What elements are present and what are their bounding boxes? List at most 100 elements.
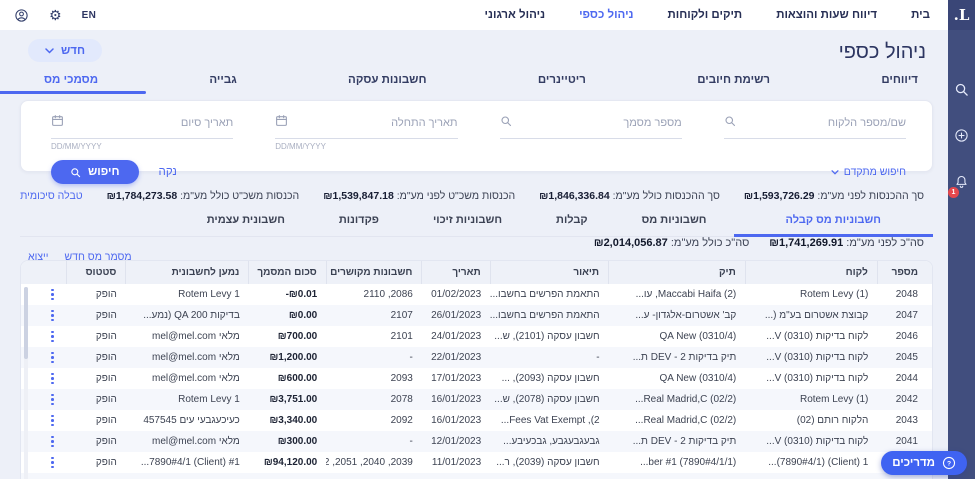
row-menu-kebab-icon[interactable] [48, 373, 58, 385]
cell-number: 2042 [877, 389, 932, 410]
cell-client: Rotem Levy (1) [745, 284, 877, 305]
row-menu-kebab-icon[interactable] [48, 457, 58, 469]
nav-item-cases-clients[interactable]: תיקים ולקוחות [668, 9, 743, 21]
tab-retainers[interactable]: ריטיינרים [538, 74, 586, 86]
cell-recipient: מלאי mel@mel.com [126, 431, 249, 452]
table-row[interactable]: 2042 Rotem Levy (1) Real Madrid,C (02/2)… [21, 389, 932, 410]
column-header-date[interactable]: תאריך [422, 261, 490, 284]
tab-reports[interactable]: דיווחים [881, 74, 918, 86]
document-number-input[interactable] [520, 117, 682, 129]
top-navigation-bar: L. בית דיווח שעות והוצאות תיקים ולקוחות … [0, 0, 975, 30]
table-row[interactable]: 2048 Rotem Levy (1) Maccabi Haifa (2), ע… [21, 284, 932, 305]
add-icon[interactable] [954, 128, 969, 148]
end-date-input[interactable] [72, 117, 233, 129]
subtab-tax-invoice-receipt[interactable]: חשבוניות מס קבלה [734, 208, 934, 237]
cell-linked: 2092 [326, 410, 422, 431]
table-row[interactable]: 2041 לקוח בדיקות (0310) V... תיק בדיקות … [21, 431, 932, 452]
start-date-input[interactable] [296, 117, 457, 129]
total-before-vat-value: ₪1,741,269.91 [769, 237, 843, 249]
nav-item-financial[interactable]: ניהול כספי [579, 9, 633, 21]
tab-collection[interactable]: גבייה [209, 74, 236, 86]
cell-linked: 2107 [326, 305, 422, 326]
search-fields: DD/MM/YYYY DD/MM/YYYY [51, 114, 906, 151]
column-header-description[interactable]: תיאור [490, 261, 608, 284]
cell-recipient: Rotem Levy 1 [126, 284, 249, 305]
row-menu-kebab-icon[interactable] [48, 352, 58, 364]
nav-item-time-expenses[interactable]: דיווח שעות והוצאות [776, 9, 877, 21]
subtab-credit-invoices[interactable]: חשבוניות זיכוי [406, 208, 529, 236]
search-icon[interactable] [954, 82, 969, 102]
settings-gear-icon[interactable]: ⚙ [49, 8, 62, 22]
summary-item: סך ההכנסות כולל מע"מ: ₪1,846,336.84 [539, 190, 720, 202]
topbar-utilities: EN ⚙ [0, 8, 96, 23]
column-header-client[interactable]: לקוח [745, 261, 877, 284]
user-profile-icon[interactable] [14, 8, 29, 23]
scrollbar-thumb[interactable] [24, 287, 28, 359]
row-menu-kebab-icon[interactable] [48, 415, 58, 427]
row-menu-kebab-icon[interactable] [48, 331, 58, 343]
tab-charges-list[interactable]: רשימת חיובים [697, 74, 770, 86]
tab-proforma-invoices[interactable]: חשבונות עסקה [348, 74, 426, 86]
row-menu-kebab-icon[interactable] [48, 310, 58, 322]
guides-button[interactable]: ? מדריכים [881, 451, 967, 475]
summary-table-link[interactable]: טבלה סיכומית [20, 190, 82, 202]
cell-description: חשבון עסקה (2093), ... [490, 368, 608, 389]
end-date-field: DD/MM/YYYY [51, 114, 233, 151]
right-icon-rail: 1 [948, 30, 975, 479]
column-header-status[interactable]: סטטוס [67, 261, 126, 284]
summary-label: הכנסות משכ"ט כולל מע"מ: [180, 190, 299, 202]
table-scrollbar[interactable] [24, 287, 28, 479]
column-header-amount[interactable]: סכום המסמך [249, 261, 326, 284]
calendar-icon[interactable] [275, 114, 288, 132]
table-row[interactable]: 2045 לקוח בדיקות (0310) V... תיק בדיקות … [21, 347, 932, 368]
search-button[interactable]: חיפוש [51, 160, 139, 184]
column-header-case[interactable]: תיק [609, 261, 746, 284]
new-button[interactable]: חדש [28, 39, 102, 62]
summary-label: סך ההכנסות לפני מע"מ: [817, 190, 924, 202]
cell-status: הופק [67, 389, 126, 410]
summary-value: ₪1,593,726.29 [744, 190, 815, 202]
search-actions-row: חיפוש מתקדם נקה חיפוש [51, 160, 906, 184]
table-row[interactable]: 1 (Client) (7890#4/1)... ber #1 (7890#4/… [21, 452, 932, 473]
table-row[interactable]: 2046 לקוח בדיקות (0310) V... QA New (031… [21, 326, 932, 347]
column-header-number[interactable]: מספר [877, 261, 932, 284]
row-menu-kebab-icon[interactable] [48, 436, 58, 448]
column-header-menu [21, 261, 67, 284]
clear-button[interactable]: נקה [159, 166, 177, 178]
advanced-search-toggle[interactable]: חיפוש מתקדם [831, 166, 906, 178]
subtab-self-invoice[interactable]: חשבונית עצמית [180, 208, 312, 236]
client-search-input[interactable] [744, 117, 906, 129]
cell-status: הופק [67, 368, 126, 389]
notifications-bell-icon[interactable]: 1 [954, 174, 969, 194]
subtab-receipts[interactable]: קבלות [529, 208, 615, 236]
table-row[interactable]: 2047 קבוצת אשטרום בע"מ (... קב' אשטרום-א… [21, 305, 932, 326]
row-menu-kebab-icon[interactable] [48, 394, 58, 406]
subtab-tax-invoices[interactable]: חשבוניות מס [615, 208, 734, 236]
nav-item-organization[interactable]: ניהול ארגוני [485, 9, 546, 21]
start-date-field: DD/MM/YYYY [275, 114, 457, 151]
table-row[interactable]: 2044 לקוח בדיקות (0310) V... QA New (031… [21, 368, 932, 389]
subtab-deposits[interactable]: פקדונות [312, 208, 406, 236]
table-row[interactable]: 2043 הלקוח רותם (02) Real Madrid,C (02/2… [21, 410, 932, 431]
summary-item: סך ההכנסות לפני מע"מ: ₪1,593,726.29 [744, 190, 924, 202]
row-menu-kebab-icon[interactable] [48, 289, 58, 301]
language-toggle[interactable]: EN [82, 10, 97, 21]
document-number-field [500, 114, 682, 151]
cell-number: 2047 [877, 305, 932, 326]
nav-item-home[interactable]: בית [911, 9, 930, 21]
column-header-recipient[interactable]: נמען לחשבונית [126, 261, 249, 284]
tab-tax-documents[interactable]: מסמכי מס [44, 74, 98, 86]
cell-description: - [490, 347, 608, 368]
calendar-icon[interactable] [51, 114, 64, 132]
table-row-partial [21, 473, 932, 479]
cell-linked: - [326, 431, 422, 452]
cell-linked: 2093 [326, 368, 422, 389]
brand-logo[interactable]: L. [948, 0, 975, 30]
cell-client: לקוח בדיקות (0310) V... [745, 347, 877, 368]
total-including-vat-value: ₪2,014,056.87 [594, 237, 668, 249]
search-icon [724, 114, 736, 132]
column-header-linked-invoices[interactable]: חשבונות מקושרים [326, 261, 422, 284]
summary-item: הכנסות משכ"ט לפני מע"מ: ₪1,539,847.18 [323, 190, 515, 202]
cell-case: ber #1 (7890#4/1/1)... [609, 452, 746, 473]
cell-case: Real Madrid,C (02/2)... [609, 410, 746, 431]
